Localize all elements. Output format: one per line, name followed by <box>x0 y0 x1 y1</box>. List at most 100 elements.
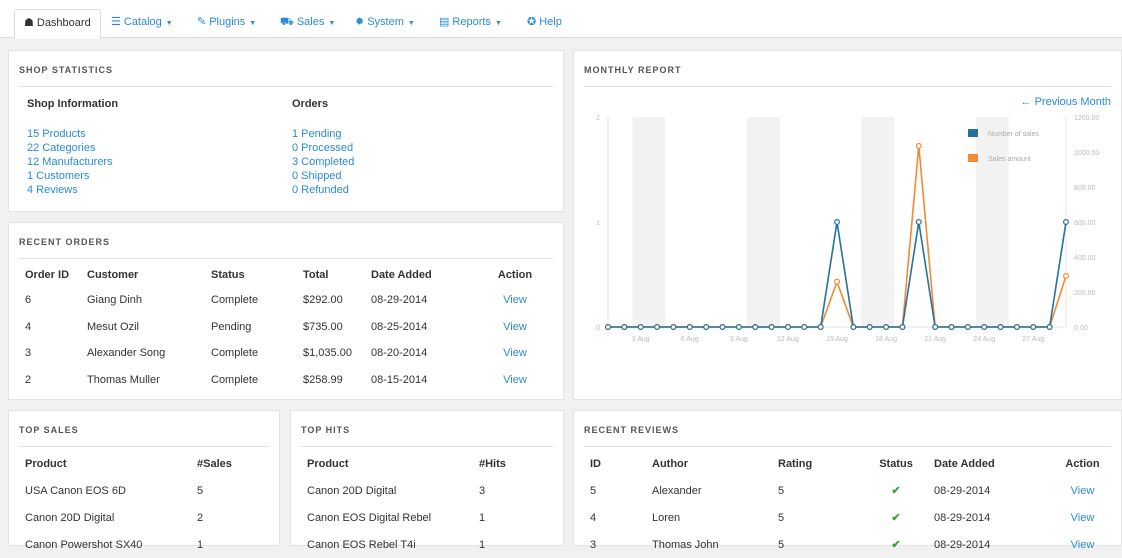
table-cell: 3 <box>25 347 32 360</box>
caret-down-icon: ▼ <box>494 20 502 27</box>
table-cell: 08-29-2014 <box>934 538 991 551</box>
table-cell: 08-20-2014 <box>371 347 428 360</box>
table-cell: 08-29-2014 <box>934 484 991 497</box>
shop-statistics-panel: SHOP STATISTICS Shop Information 15 Prod… <box>8 50 564 212</box>
table-cell: $1,035.00 <box>303 347 352 360</box>
tab-dashboard[interactable]: ☗ Dashboard <box>14 9 101 39</box>
x-tick-label: 9 Aug <box>730 336 748 343</box>
data-point <box>883 324 890 331</box>
view-link[interactable]: View <box>1052 531 1113 558</box>
table-row: Canon EOS Digital Rebel 1 <box>301 504 555 531</box>
table-row: Canon Powershot SX40 1 <box>19 531 271 558</box>
x-tick-label: 6 Aug <box>681 336 699 343</box>
table-row: 4 Loren 5 ✔ 08-29-2014 View <box>584 504 1113 531</box>
data-point <box>605 324 612 331</box>
view-link[interactable]: View <box>475 314 555 341</box>
column-header: Product <box>307 458 349 470</box>
table-row: 5 Alexander 5 ✔ 08-29-2014 View <box>584 477 1113 504</box>
view-link[interactable]: View <box>1052 477 1113 504</box>
legend-label: Sales amount <box>988 156 1031 163</box>
x-tick-label: 21 Aug <box>924 336 946 343</box>
tab-sales[interactable]: ⛟ Sales ▼ <box>271 9 344 38</box>
panel-title: TOP HITS <box>301 411 553 447</box>
column-header: Status <box>211 269 245 281</box>
x-tick-label: 15 Aug <box>826 336 848 343</box>
weekend-band <box>747 117 780 327</box>
table-cell: 2 <box>25 373 32 386</box>
data-point <box>850 324 857 331</box>
data-point <box>997 324 1004 331</box>
shop-info-link[interactable]: 12 Manufacturers <box>27 155 118 169</box>
calendar-icon: ▤ <box>439 16 450 28</box>
table-header-row: Product #Hits <box>301 451 555 477</box>
table-cell: 3 <box>590 538 597 551</box>
caret-down-icon: ▼ <box>249 20 257 27</box>
data-point <box>686 324 693 331</box>
view-link[interactable]: View <box>1052 504 1113 531</box>
data-point <box>670 324 677 331</box>
tab-reports[interactable]: ▤ Reports ▼ <box>430 9 511 38</box>
tab-plugins[interactable]: ✎ Plugins ▼ <box>188 9 265 38</box>
top-sales-panel: TOP SALES Product #Sales USA Canon EOS 6D 5… <box>8 410 280 551</box>
table-cell: 1 <box>479 511 486 524</box>
table-cell: 5 <box>197 484 204 497</box>
tab-catalog[interactable]: ☰ Catalog ▼ <box>102 9 182 38</box>
order-status-link[interactable]: 3 Completed <box>292 155 354 169</box>
table-cell: 08-29-2014 <box>934 511 991 524</box>
tab-label: Dashboard <box>36 17 91 29</box>
table-cell: 5 <box>778 484 785 497</box>
cart-icon: ⛟ <box>280 16 294 28</box>
column-header: Total <box>303 269 329 281</box>
view-link[interactable]: View <box>475 340 555 367</box>
shop-info-link[interactable]: 4 Reviews <box>27 183 118 197</box>
order-status-link[interactable]: 1 Pending <box>292 127 354 141</box>
table-cell: 1 <box>479 538 486 551</box>
shop-info-link[interactable]: 22 Categories <box>27 141 118 155</box>
column-header: Customer <box>87 269 139 281</box>
table-cell: 08-29-2014 <box>371 294 428 307</box>
y-right-tick-label: 0.00 <box>1074 325 1088 332</box>
top-nav: ☗ Dashboard ☰ Catalog ▼ ✎ Plugins ▼ ⛟ Sales ▼ ✹ Syst… <box>0 0 1122 39</box>
orders-heading: Orders <box>292 98 329 110</box>
table-cell: Thomas John <box>652 538 719 551</box>
data-point <box>817 324 824 331</box>
table-cell: 6 <box>25 294 32 307</box>
top-sales-table: Product #Sales USA Canon EOS 6D 5 Canon 20D … <box>19 451 271 558</box>
view-link[interactable]: View <box>475 287 555 314</box>
order-status-link[interactable]: 0 Processed <box>292 141 354 155</box>
table-row: Canon 20D Digital 2 <box>19 504 271 531</box>
data-point <box>735 324 742 331</box>
tab-label: Plugins <box>209 16 246 28</box>
x-tick-label: 27 Aug <box>1022 336 1044 343</box>
column-header: #Hits <box>479 458 506 470</box>
tab-system[interactable]: ✹ System ▼ <box>346 9 424 38</box>
data-point <box>703 324 710 331</box>
data-point <box>834 278 841 285</box>
gear-icon: ✹ <box>355 16 365 28</box>
order-status-link[interactable]: 0 Shipped <box>292 169 354 183</box>
panel-title: RECENT REVIEWS <box>584 411 1111 447</box>
view-link[interactable]: View <box>475 367 555 394</box>
data-point <box>719 324 726 331</box>
table-header-row: ID Author Rating Status Date Added Action <box>584 451 1113 477</box>
table-cell: Complete <box>211 373 259 386</box>
column-header: Date Added <box>934 458 995 470</box>
column-header: Action <box>1065 458 1100 470</box>
recent-orders-panel: RECENT ORDERS Order ID Customer Status Tota… <box>8 222 564 400</box>
status-check-icon: ✔ <box>891 485 901 497</box>
data-point <box>784 324 791 331</box>
tab-help[interactable]: ✪ Help <box>518 9 571 38</box>
shop-info-link[interactable]: 1 Customers <box>27 169 118 183</box>
data-point <box>621 324 628 331</box>
data-point <box>866 324 873 331</box>
table-row: 6 Giang Dinh Complete $292.00 08-29-2014 View <box>19 287 555 314</box>
data-point <box>801 324 808 331</box>
table-cell: 1 <box>197 538 204 551</box>
table-cell: 5 <box>778 538 785 551</box>
weekend-band <box>861 117 895 327</box>
y-left-tick-label: 0 <box>596 325 600 332</box>
shop-info-link[interactable]: 15 Products <box>27 127 118 141</box>
order-status-link[interactable]: 0 Refunded <box>292 183 354 197</box>
column-header: Rating <box>778 458 813 470</box>
y-left-tick-label: 1 <box>596 220 600 227</box>
